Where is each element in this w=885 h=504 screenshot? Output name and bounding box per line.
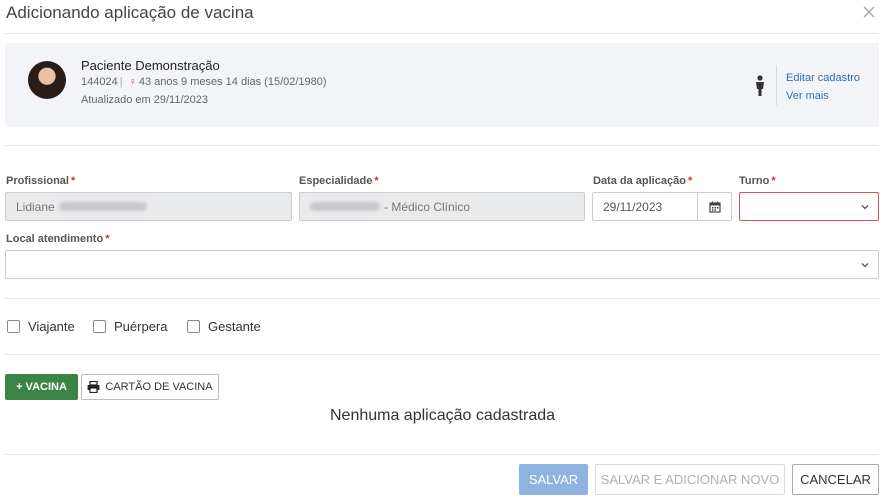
data-aplicacao-input[interactable]: 29/11/2023: [592, 192, 732, 221]
viajante-checkbox[interactable]: Viajante: [7, 319, 75, 334]
cancel-button[interactable]: CANCELAR: [792, 464, 879, 495]
calendar-icon[interactable]: [697, 193, 731, 220]
patient-card: Paciente Demonstração 144024 | ♀ 43 anos 9 …: [5, 43, 879, 127]
save-button[interactable]: SALVAR: [519, 464, 588, 495]
especialidade-field[interactable]: - Médico Clínico: [299, 192, 585, 221]
patient-info: 144024 | ♀ 43 anos 9 meses 14 dias (15/02/1…: [81, 76, 327, 88]
title-divider: [5, 33, 879, 34]
avatar: [28, 61, 66, 99]
local-atendimento-select[interactable]: [5, 250, 879, 279]
add-vacina-button[interactable]: + VACINA: [5, 374, 78, 400]
ver-mais-link[interactable]: Ver mais: [786, 90, 829, 102]
cartao-vacina-button[interactable]: CARTÃO DE VACINA: [81, 374, 219, 400]
profissional-field[interactable]: Lidiane: [5, 192, 292, 221]
especialidade-label: Especialidade *: [299, 175, 379, 187]
redacted-text: [310, 202, 380, 211]
section-divider: [5, 354, 879, 355]
patient-updated: Atualizado em 29/11/2023: [81, 94, 208, 106]
data-aplicacao-label: Data da aplicação *: [593, 175, 693, 187]
local-atendimento-label: Local atendimento *: [6, 233, 110, 245]
patient-card-divider: [776, 65, 777, 105]
close-icon[interactable]: [861, 4, 877, 20]
profissional-label: Profissional *: [6, 175, 76, 187]
printer-icon: [88, 381, 100, 393]
section-divider: [5, 298, 879, 299]
gestante-checkbox[interactable]: Gestante: [187, 319, 261, 334]
female-icon: ♀: [128, 76, 137, 88]
person-icon: [754, 75, 766, 97]
save-and-add-button[interactable]: SALVAR E ADICIONAR NOVO: [595, 464, 785, 495]
turno-select[interactable]: [739, 192, 879, 221]
dialog-title: Adicionando aplicação de vacina: [6, 3, 254, 22]
patient-id: 144024: [81, 76, 118, 88]
patient-name: Paciente Demonstração: [81, 58, 220, 73]
empty-message: Nenhuma aplicação cadastrada: [329, 407, 556, 424]
patient-age: 43 anos 9 meses 14 dias (15/02/1980): [138, 76, 327, 88]
chevron-down-icon: [861, 263, 869, 268]
turno-label: Turno *: [739, 175, 776, 187]
section-divider: [5, 145, 879, 146]
puerpera-checkbox[interactable]: Puérpera: [93, 319, 167, 334]
chevron-down-icon: [861, 205, 869, 210]
redacted-text: [58, 202, 147, 211]
footer-divider: [5, 454, 879, 455]
edit-cadastro-link[interactable]: Editar cadastro: [786, 72, 860, 84]
